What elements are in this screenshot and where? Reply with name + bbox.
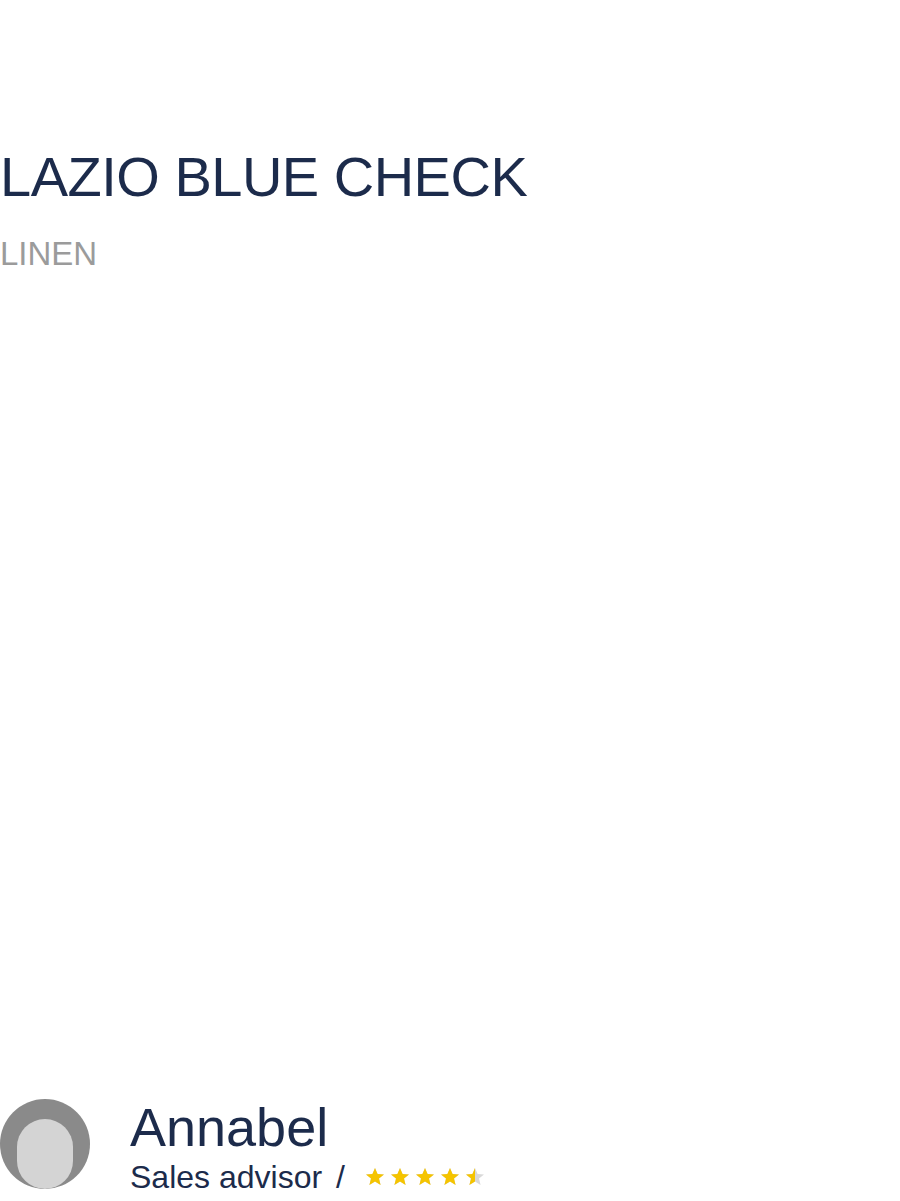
- product-title: LAZIO BLUE CHECK: [0, 146, 900, 208]
- advisor-role: Sales advisor: [130, 1160, 322, 1195]
- star-fill: [415, 1167, 435, 1187]
- advisor-photo: [0, 1099, 90, 1189]
- separator: /: [336, 1160, 345, 1195]
- star-icon: [390, 1167, 410, 1187]
- product-material: LINEN: [0, 236, 900, 272]
- star-fill: [440, 1167, 460, 1187]
- advisor-card: Annabel Sales advisor /: [0, 1099, 900, 1201]
- advisor-name: Annabel: [130, 1099, 485, 1156]
- star-fill: [365, 1167, 385, 1187]
- rating-stars: [365, 1167, 485, 1187]
- star-icon: [440, 1167, 460, 1187]
- star-fill: [390, 1167, 410, 1187]
- star-fill: [465, 1167, 475, 1187]
- star-icon: [365, 1167, 385, 1187]
- star-icon: [465, 1167, 485, 1187]
- star-icon: [415, 1167, 435, 1187]
- product-header: LAZIO BLUE CHECK LINEN: [0, 0, 900, 272]
